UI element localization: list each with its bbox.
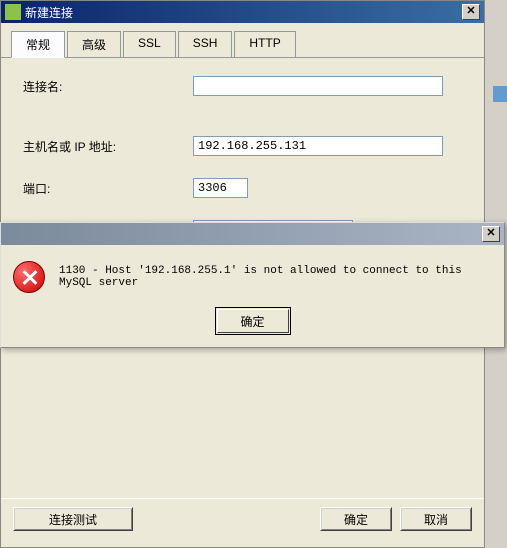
conn-name-input[interactable] [193,76,443,96]
error-button-bar: 确定 [1,301,504,347]
test-connection-button[interactable]: 连接测试 [13,507,133,531]
right-marker [493,86,507,102]
error-icon [13,261,45,293]
app-icon [5,4,21,20]
ok-button[interactable]: 确定 [320,507,392,531]
tab-ssl[interactable]: SSL [123,31,176,57]
host-label: 主机名或 IP 地址: [23,138,193,155]
titlebar: 新建连接 ✕ [1,1,484,23]
error-body: 1130 - Host '192.168.255.1' is not allow… [1,245,504,301]
conn-name-label: 连接名: [23,78,193,95]
tab-general[interactable]: 常规 [11,31,65,58]
port-input[interactable] [193,178,248,198]
close-icon[interactable]: ✕ [462,4,480,20]
tab-ssh[interactable]: SSH [178,31,233,57]
port-label: 端口: [23,180,193,197]
error-dialog: ✕ 1130 - Host '192.168.255.1' is not all… [0,222,505,348]
error-message: 1130 - Host '192.168.255.1' is not allow… [59,265,492,289]
tab-bar: 常规 高级 SSL SSH HTTP [1,23,484,58]
host-input[interactable] [193,136,443,156]
cancel-button[interactable]: 取消 [400,507,472,531]
error-titlebar: ✕ [1,223,504,245]
tab-http[interactable]: HTTP [234,31,295,57]
window-title: 新建连接 [25,4,462,21]
tab-advanced[interactable]: 高级 [67,31,121,57]
error-ok-button[interactable]: 确定 [217,309,289,333]
error-close-icon[interactable]: ✕ [482,226,500,242]
bottom-button-bar: 连接测试 确定 取消 [1,498,484,539]
